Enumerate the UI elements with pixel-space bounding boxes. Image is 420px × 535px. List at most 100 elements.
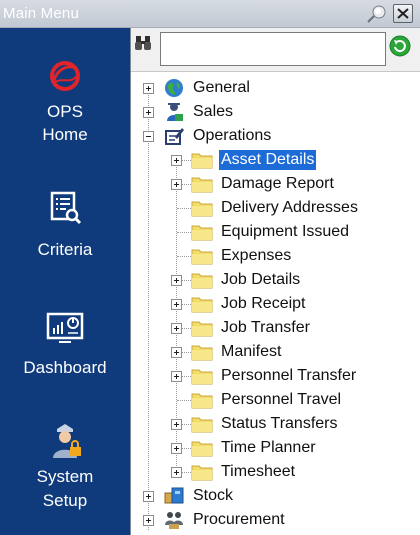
expand-icon[interactable] (171, 299, 182, 310)
folder-icon (191, 369, 213, 385)
tree-node-operations-child[interactable]: Damage Report (131, 172, 420, 196)
refresh-icon[interactable] (389, 35, 411, 57)
nav-ops-home-label-line2: Home (42, 125, 88, 144)
tree-node-label: Equipment Issued (221, 223, 350, 240)
folder-icon (191, 321, 213, 337)
tree-node-operations-child[interactable]: Job Receipt (131, 292, 420, 316)
folder-icon (191, 441, 213, 457)
tree-node-procurement[interactable]: Procurement (131, 508, 420, 532)
tree-connector (177, 400, 191, 401)
expand-icon[interactable] (171, 323, 182, 334)
folder-icon (191, 417, 213, 433)
tree-node-operations[interactable]: Operations (131, 124, 420, 148)
folder-icon (191, 177, 213, 193)
tree-node-operations-child[interactable]: Delivery Addresses (131, 196, 420, 220)
tree-node-operations-child[interactable]: Personnel Travel (131, 388, 420, 412)
tree-node-label: Personnel Transfer (221, 367, 357, 384)
folder-icon (191, 153, 213, 169)
search-input[interactable] (160, 32, 386, 66)
tree-node-operations-child[interactable]: Status Transfers (131, 412, 420, 436)
nav-ops-home-label-line1: OPS (47, 102, 83, 121)
menu-tree: General Sales Operations Asset Details D… (131, 72, 420, 535)
tree-node-operations-child[interactable]: Manifest (131, 340, 420, 364)
tree-node-label: Personnel Travel (221, 391, 342, 408)
menu-panel: General Sales Operations Asset Details D… (130, 28, 420, 535)
nav-criteria[interactable]: Criteria (0, 178, 130, 268)
left-nav: OPS Home Criteria Dashboard System Setup (0, 28, 130, 535)
expand-icon[interactable] (171, 347, 182, 358)
folder-icon (191, 249, 213, 265)
expand-icon[interactable] (143, 491, 154, 502)
tree-node-label: Sales (193, 103, 234, 120)
window-title: Main Menu (3, 5, 80, 22)
tree-node-operations-child[interactable]: Job Details (131, 268, 420, 292)
expand-icon[interactable] (171, 179, 182, 190)
nav-system-setup-label-line1: System (36, 467, 94, 486)
pin-icon[interactable] (365, 4, 387, 24)
tree-node-operations-child[interactable]: Equipment Issued (131, 220, 420, 244)
window-titlebar[interactable]: Main Menu (0, 0, 420, 28)
tree-node-label: Job Receipt (221, 295, 306, 312)
tree-node-label: Job Transfer (221, 319, 310, 336)
folder-icon (191, 345, 213, 361)
tree-connector (177, 232, 191, 233)
tree-node-label: Status Transfers (221, 415, 338, 432)
tree-node-label: Timesheet (221, 463, 296, 480)
nav-dashboard[interactable]: Dashboard (0, 298, 130, 388)
collapse-icon[interactable] (143, 131, 154, 142)
folder-icon (191, 297, 213, 313)
stock-icon (164, 487, 184, 504)
tree-connector (177, 256, 191, 257)
expand-icon[interactable] (171, 155, 182, 166)
tree-node-operations-child[interactable]: Asset Details (131, 148, 420, 172)
tree-node-label: Asset Details (219, 150, 317, 170)
expand-icon[interactable] (143, 107, 154, 118)
tree-node-operations-child[interactable]: Expenses (131, 244, 420, 268)
folder-icon (191, 201, 213, 217)
tree-node-label: Job Details (221, 271, 301, 288)
globe-icon (165, 79, 183, 97)
tree-node-label: Manifest (221, 343, 282, 360)
folder-icon (191, 273, 213, 289)
close-button[interactable] (393, 4, 413, 23)
tree-node-operations-child[interactable]: Job Transfer (131, 316, 420, 340)
tree-node-stock[interactable]: Stock (131, 484, 420, 508)
tree-node-label: Expenses (221, 247, 292, 264)
expand-icon[interactable] (171, 371, 182, 382)
tree-node-label: Operations (193, 127, 272, 144)
dashboard-icon (46, 312, 84, 343)
tree-node-operations-child[interactable]: Timesheet (131, 460, 420, 484)
procurement-icon (165, 512, 183, 529)
tree-node-label: Delivery Addresses (221, 199, 358, 216)
folder-icon (191, 393, 213, 409)
ops-logo-icon (50, 61, 80, 91)
search-bar (131, 28, 420, 72)
tree-node-general[interactable]: General (131, 76, 420, 100)
tree-node-operations-child[interactable]: Time Planner (131, 436, 420, 460)
tree-node-label: Stock (193, 487, 234, 504)
nav-system-setup-label-line2: Setup (42, 491, 88, 510)
tree-node-label: Time Planner (221, 439, 316, 456)
system-setup-icon (53, 424, 81, 458)
nav-system-setup[interactable]: System Setup (0, 418, 130, 528)
expand-icon[interactable] (143, 83, 154, 94)
expand-icon[interactable] (171, 467, 182, 478)
folder-icon (191, 465, 213, 481)
binoculars-icon[interactable] (134, 34, 154, 52)
sales-person-icon (167, 103, 183, 121)
tree-node-operations-child[interactable]: Personnel Transfer (131, 364, 420, 388)
expand-icon[interactable] (171, 275, 182, 286)
close-icon (397, 8, 409, 19)
criteria-icon (50, 191, 82, 225)
operations-icon (165, 128, 184, 145)
expand-icon[interactable] (143, 515, 154, 526)
tree-node-sales[interactable]: Sales (131, 100, 420, 124)
expand-icon[interactable] (171, 443, 182, 454)
tree-node-label: Procurement (193, 511, 285, 528)
tree-node-label: General (193, 79, 250, 96)
nav-criteria-label: Criteria (37, 240, 93, 259)
folder-icon (191, 225, 213, 241)
expand-icon[interactable] (171, 419, 182, 430)
tree-node-label: Damage Report (221, 175, 334, 192)
nav-ops-home[interactable]: OPS Home (0, 52, 130, 152)
